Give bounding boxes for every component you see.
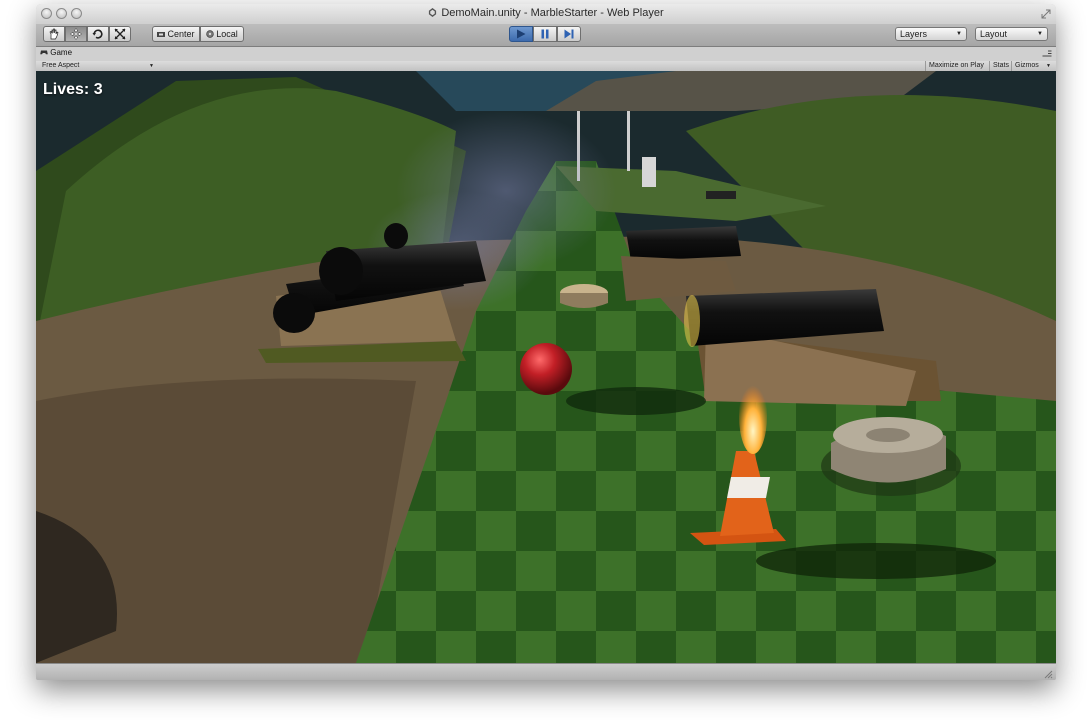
rotate-icon — [92, 29, 103, 39]
aspect-label: Free Aspect — [42, 62, 80, 69]
tab-menu-icon[interactable] — [1042, 50, 1052, 58]
lives-counter: Lives: 3 — [43, 81, 103, 98]
marble-shadow — [566, 387, 706, 415]
cone-shadow — [756, 543, 996, 579]
right-cannon-barrel-2 — [626, 226, 741, 261]
main-toolbar: Center Local Layers ▼ Layout ▼ — [36, 24, 1056, 47]
game-tab-bar: Game — [36, 47, 1056, 61]
left-cannon-muzzle — [273, 293, 315, 333]
far-dark-block — [706, 191, 736, 199]
pivot-local-button[interactable]: Local — [200, 26, 244, 42]
window-resize-grip-icon[interactable] — [1044, 670, 1053, 679]
maximize-on-play-toggle[interactable]: Maximize on Play — [925, 61, 993, 71]
layers-dropdown-arrow-icon: ▼ — [956, 31, 962, 37]
gizmos-dropdown-arrow-icon: ▼ — [1046, 63, 1051, 69]
unity-window: DemoMain.unity - MarbleStarter - Web Pla… — [36, 4, 1056, 680]
layout-dropdown-arrow-icon: ▼ — [1037, 31, 1043, 37]
window-title: DemoMain.unity - MarbleStarter - Web Pla… — [36, 7, 1056, 19]
pivot-local-label: Local — [216, 29, 238, 39]
game-tab-label: Game — [50, 48, 73, 57]
unity-document-icon — [429, 8, 437, 17]
fullscreen-icon[interactable] — [1041, 9, 1051, 19]
game-controller-icon — [40, 50, 48, 55]
left-cannon-muzzle-2 — [319, 247, 363, 295]
stats-label: Stats — [993, 62, 1009, 69]
pause-icon — [541, 29, 549, 39]
maximize-on-play-label: Maximize on Play — [929, 62, 984, 69]
cone-flame — [739, 378, 767, 454]
window-title-text: DemoMain.unity - MarbleStarter - Web Pla… — [441, 7, 664, 19]
aspect-dropdown-arrow-icon: ▼ — [149, 63, 154, 69]
status-bar — [36, 663, 1056, 680]
play-button[interactable] — [509, 26, 533, 42]
gizmos-dropdown[interactable]: Gizmos ▼ — [1011, 61, 1053, 71]
aspect-dropdown[interactable]: Free Aspect ▼ — [42, 61, 154, 71]
pivot-center-label: Center — [167, 29, 195, 39]
red-marble — [520, 343, 572, 395]
landmine-button — [866, 428, 910, 442]
pivot-center-icon — [157, 31, 166, 37]
scale-tool-button[interactable] — [109, 26, 131, 42]
layers-label: Layers — [900, 29, 928, 39]
rotate-tool-button[interactable] — [87, 26, 109, 42]
step-button[interactable] — [557, 26, 581, 42]
layers-dropdown[interactable]: Layers ▼ — [895, 27, 967, 41]
game-scene — [36, 71, 1056, 663]
goal-post-right — [627, 111, 630, 171]
step-icon — [564, 29, 574, 39]
gizmos-label: Gizmos — [1015, 62, 1039, 69]
move-icon — [70, 28, 82, 40]
move-tool-button[interactable] — [65, 26, 87, 42]
far-bottle — [642, 157, 656, 187]
play-icon — [517, 29, 526, 39]
hand-tool-button[interactable] — [43, 26, 65, 42]
game-viewport[interactable]: Lives: 3 — [36, 71, 1056, 663]
right-cannon-glow — [684, 295, 700, 347]
title-bar: DemoMain.unity - MarbleStarter - Web Pla… — [36, 4, 1056, 25]
tab-game[interactable]: Game — [40, 48, 72, 57]
local-space-icon — [206, 30, 214, 38]
left-cannon-muzzle-3 — [384, 223, 408, 249]
layout-dropdown[interactable]: Layout ▼ — [975, 27, 1048, 41]
layout-label: Layout — [980, 29, 1008, 39]
hand-icon — [49, 28, 59, 40]
scale-icon — [114, 28, 126, 40]
pause-button[interactable] — [533, 26, 557, 42]
pivot-center-button[interactable]: Center — [152, 26, 200, 42]
cone-stripe — [727, 477, 770, 498]
